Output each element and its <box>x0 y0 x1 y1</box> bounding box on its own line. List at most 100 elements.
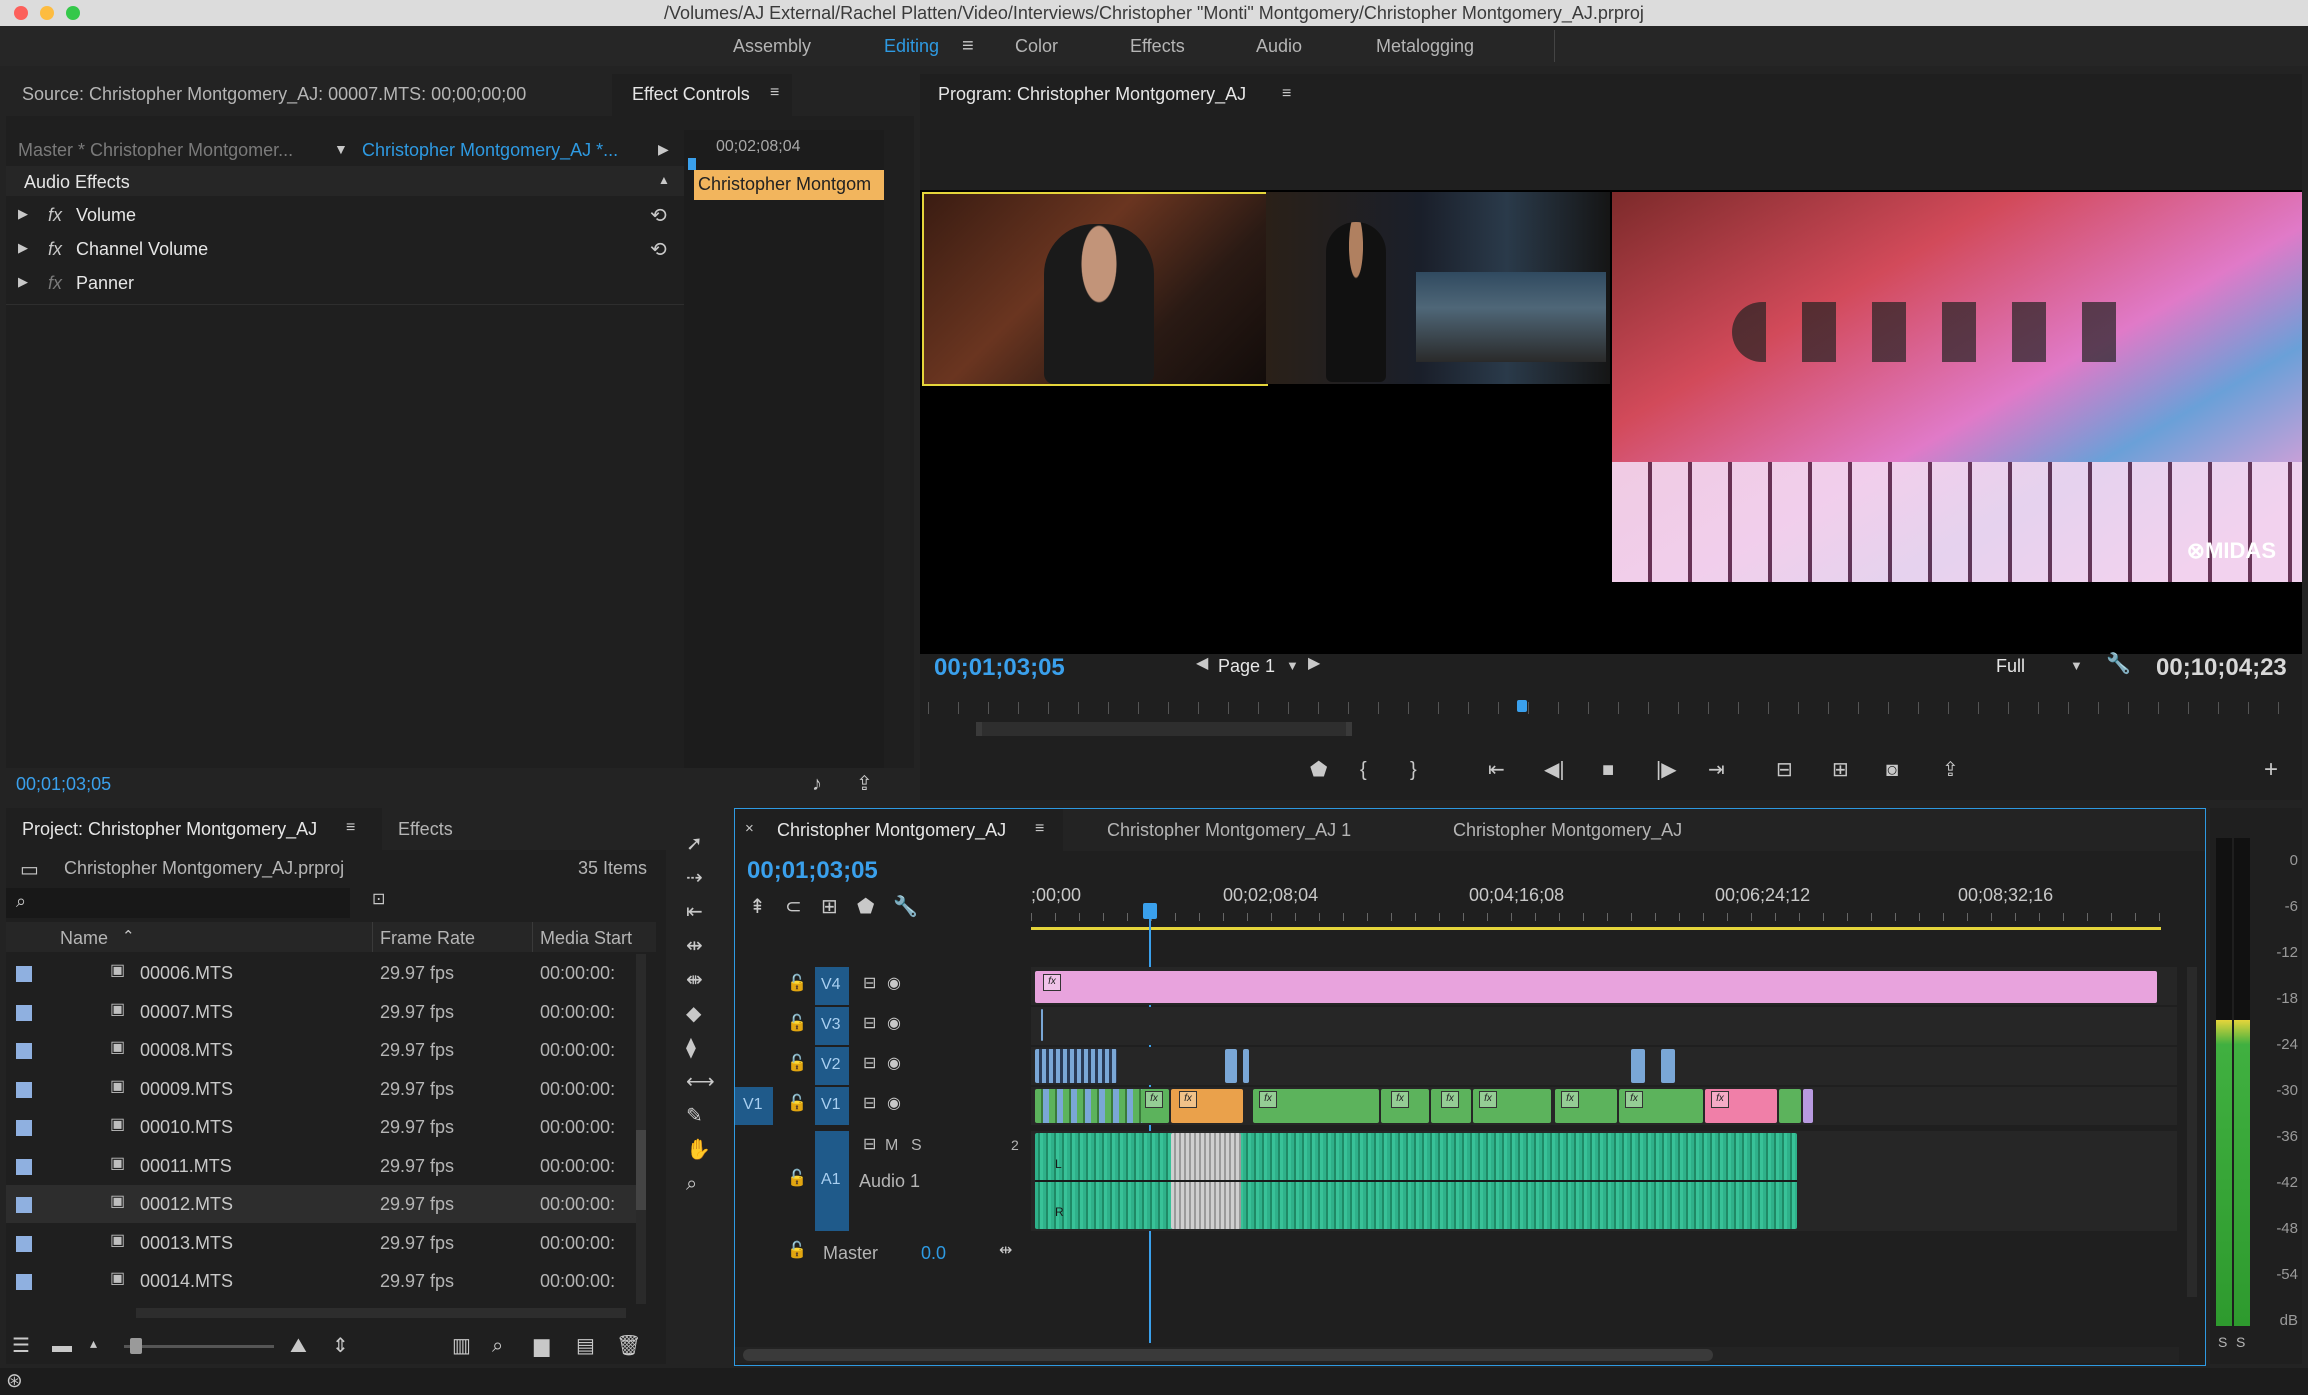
mark-in-icon[interactable]: { <box>1360 760 1367 780</box>
tab-effects[interactable]: Effects <box>398 819 453 840</box>
zoom-slider[interactable] <box>124 1338 274 1354</box>
expand-triangle-icon[interactable]: ▶ <box>18 207 28 220</box>
program-playhead[interactable] <box>1517 700 1527 712</box>
list-item[interactable]: ▣ 00010.MTS 29.97 fps 00:00:00: <box>6 1108 636 1146</box>
mark-out-icon[interactable]: } <box>1410 760 1417 780</box>
list-item[interactable]: ▣ 00006.MTS 29.97 fps 00:00:00: <box>6 954 636 992</box>
workspace-audio[interactable]: Audio <box>1256 36 1302 57</box>
slide-tool-icon[interactable]: ⟷ <box>686 1072 715 1092</box>
zoom-select[interactable]: Full <box>1996 656 2025 677</box>
panel-menu-icon[interactable]: ≡ <box>346 820 355 836</box>
clip-v1[interactable]: fx <box>1555 1089 1617 1123</box>
clip-v3-sliver[interactable] <box>1041 1009 1043 1041</box>
multicam-angle-2[interactable] <box>1266 192 1610 384</box>
lock-icon[interactable]: 🔓 <box>787 1056 807 1072</box>
program-video-frame[interactable]: ⊗MIDAS <box>920 190 2302 654</box>
track-lane-v2[interactable] <box>1031 1047 2177 1085</box>
label-color-swatch[interactable] <box>16 1004 32 1021</box>
clip-v1[interactable]: fx <box>1253 1089 1379 1123</box>
prev-page-icon[interactable]: ◀ <box>1196 656 1208 672</box>
track-select-tool-icon[interactable]: ⇢ <box>686 868 703 888</box>
lock-icon[interactable]: 🔓 <box>787 976 807 992</box>
label-color-swatch[interactable] <box>16 1274 32 1290</box>
camera-icon[interactable]: ◙ <box>1886 760 1898 780</box>
effect-row-panner[interactable]: ▶ fx Panner <box>6 268 684 300</box>
clip-v2[interactable] <box>1243 1049 1249 1083</box>
clip-v1[interactable]: fx <box>1431 1089 1471 1123</box>
lock-icon[interactable]: 🔓 <box>787 1096 807 1112</box>
label-color-swatch[interactable] <box>16 1158 32 1175</box>
step-back-icon[interactable]: ◀| <box>1544 760 1565 780</box>
list-item[interactable]: ▣ 00012.MTS 29.97 fps 00:00:00: <box>6 1185 636 1223</box>
rate-stretch-tool-icon[interactable]: ⇼ <box>686 970 703 990</box>
add-marker-icon[interactable]: ⬟ <box>1310 760 1327 780</box>
timeline-vscroll[interactable] <box>2187 967 2197 1297</box>
sync-lock-icon[interactable]: ⊟ <box>863 976 876 992</box>
list-item[interactable]: ▣ 00009.MTS 29.97 fps 00:00:00: <box>6 1070 636 1108</box>
workspace-assembly[interactable]: Assembly <box>733 36 811 57</box>
track-target-a1[interactable]: A1 <box>815 1131 849 1231</box>
track-target-v1[interactable]: V1 <box>815 1087 849 1125</box>
sort-ascending-icon[interactable]: ⌃ <box>122 929 135 944</box>
reset-icon[interactable]: ⟲ <box>650 240 667 260</box>
zoom-tool-icon[interactable]: ⌕ <box>686 1174 697 1194</box>
workspace-color[interactable]: Color <box>1015 36 1058 57</box>
workspace-menu-icon[interactable]: ≡ <box>962 36 974 56</box>
collapse-triangle-icon[interactable]: ▲ <box>658 174 670 186</box>
sequence-clip-label[interactable]: Christopher Montgomery_AJ *... <box>362 140 618 161</box>
label-color-swatch[interactable] <box>16 1120 32 1136</box>
label-color-swatch[interactable] <box>16 1197 32 1213</box>
insert-overwrite-icon[interactable]: ⇞ <box>749 897 766 917</box>
tab-sequence-active[interactable]: × Christopher Montgomery_AJ ≡ <box>735 809 1063 851</box>
close-tab-icon[interactable]: × <box>745 821 754 836</box>
lock-icon[interactable]: 🔓 <box>787 1243 807 1259</box>
eye-icon[interactable]: ◉ <box>887 1096 901 1112</box>
clip-v2[interactable] <box>1661 1049 1675 1083</box>
sort-icon[interactable]: ⇕ <box>332 1336 349 1356</box>
panel-menu-icon[interactable]: ≡ <box>1282 86 1291 102</box>
workspace-editing[interactable]: Editing <box>884 36 939 57</box>
effect-row-channel-volume[interactable]: ▶ fx Channel Volume ⟲ <box>6 234 684 266</box>
track-target-v3[interactable]: V3 <box>815 1007 849 1045</box>
timeline-ruler[interactable]: ;00;00 00;02;08;04 00;04;16;08 00;06;24;… <box>1031 855 2177 931</box>
clip-v1[interactable]: fx <box>1619 1089 1703 1123</box>
timeline-playhead-head[interactable] <box>1143 903 1157 919</box>
list-item[interactable]: ▣ 00014.MTS 29.97 fps 00:00:00: <box>6 1262 636 1300</box>
rolling-edit-tool-icon[interactable]: ⇹ <box>686 936 703 956</box>
list-item[interactable]: ▣ 00008.MTS 29.97 fps 00:00:00: <box>6 1031 636 1069</box>
tab-sequence-3[interactable]: Christopher Montgomery_AJ <box>1453 820 1682 841</box>
lock-icon[interactable]: 🔓 <box>787 1171 807 1187</box>
program-timecode[interactable]: 00;01;03;05 <box>934 654 1065 682</box>
icon-view-icon[interactable]: ▬ <box>52 1336 72 1356</box>
timeline-hscroll-thumb[interactable] <box>743 1349 1713 1361</box>
search-input[interactable]: ⌕ <box>6 888 350 918</box>
label-color-swatch[interactable] <box>16 1043 32 1059</box>
mountain-icon[interactable]: ⛰ <box>290 1336 307 1356</box>
expand-triangle-icon[interactable]: ▶ <box>18 241 28 254</box>
new-bin-icon[interactable]: ▆ <box>534 1336 549 1356</box>
workspace-effects[interactable]: Effects <box>1130 36 1185 57</box>
timeline-timecode[interactable]: 00;01;03;05 <box>747 857 878 885</box>
dropdown-triangle-icon[interactable]: ▼ <box>334 142 348 156</box>
sync-lock-icon[interactable]: ⊟ <box>863 1056 876 1072</box>
tab-source[interactable]: Source: Christopher Montgomery_AJ: 00007… <box>22 84 526 105</box>
timeline-hscroll[interactable] <box>735 1347 2179 1363</box>
mini-clip[interactable]: Christopher Montgom <box>694 170 884 200</box>
list-item[interactable]: ▣ 00011.MTS 29.97 fps 00:00:00: <box>6 1147 636 1185</box>
go-to-end-icon[interactable]: ⇹ <box>999 1243 1012 1259</box>
track-lane-a1[interactable]: L R <box>1031 1131 2177 1231</box>
label-color-swatch[interactable] <box>16 1081 32 1098</box>
list-item[interactable]: ▣ 00013.MTS 29.97 fps 00:00:00: <box>6 1224 636 1262</box>
project-scrollbar[interactable] <box>636 954 646 1304</box>
source-patch-v1[interactable]: V1 <box>735 1087 773 1125</box>
project-scroll-thumb[interactable] <box>636 1130 646 1210</box>
export-frame-icon[interactable]: ⇪ <box>1942 760 1959 780</box>
clip-v4-adjustment[interactable]: fx <box>1035 971 2157 1003</box>
panel-menu-icon[interactable]: ≡ <box>770 85 779 101</box>
panel-menu-icon[interactable]: ≡ <box>1035 821 1044 837</box>
ripple-edit-tool-icon[interactable]: ⇤ <box>686 902 703 922</box>
col-name[interactable]: Name <box>60 928 108 949</box>
col-frame-rate[interactable]: Frame Rate <box>380 928 475 949</box>
eye-icon[interactable]: ◉ <box>887 1056 901 1072</box>
razor-tool-icon[interactable]: ◆ <box>686 1004 701 1024</box>
